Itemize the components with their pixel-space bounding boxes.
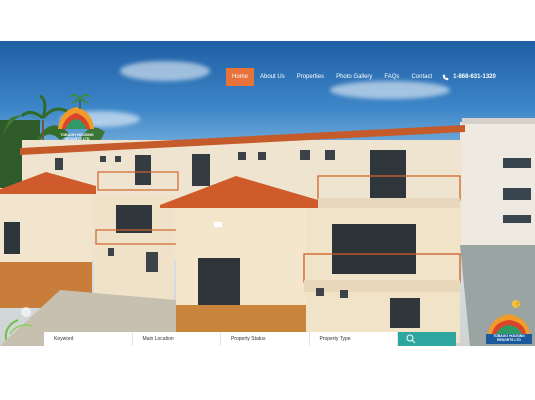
- nav-photo-gallery[interactable]: Photo Gallery: [330, 68, 378, 86]
- nav-contact[interactable]: Contact: [405, 68, 438, 86]
- search-button[interactable]: [398, 332, 456, 346]
- keyword-field[interactable]: Keyword: [44, 332, 133, 346]
- nav-faqs[interactable]: FAQs: [378, 68, 405, 86]
- logo-text: TOBAGO HOUSING RESORTS LTD: [50, 133, 104, 141]
- nav-home[interactable]: Home: [226, 68, 255, 86]
- corner-logo-line2: RESORTS LTD: [497, 338, 521, 342]
- nav-properties[interactable]: Properties: [291, 68, 330, 86]
- phone-number: 1-868-631-1320: [453, 74, 496, 80]
- property-search-bar: Keyword Main Location Property Status Pr…: [44, 332, 398, 346]
- watermark-logo: [4, 307, 33, 341]
- corner-logo-text: TOBAGO HOUSING RESORTS LTD: [486, 334, 532, 342]
- property-type-select[interactable]: Property Type: [310, 332, 398, 346]
- hero-photo-apartments: [0, 94, 535, 346]
- hero-banner: TOBAGO HOUSING RESORTS LTD Home About Us…: [0, 41, 535, 346]
- main-location-select[interactable]: Main Location: [133, 332, 221, 346]
- phone-link[interactable]: 1-868-631-1320: [442, 74, 496, 81]
- property-status-select[interactable]: Property Status: [221, 332, 310, 346]
- main-nav: Home About Us Properties Photo Gallery F…: [226, 68, 496, 86]
- search-icon: [406, 334, 416, 344]
- nav-about-us[interactable]: About Us: [254, 68, 291, 86]
- phone-icon: [442, 74, 449, 80]
- logo-text-line2: RESORTS LTD: [64, 137, 90, 141]
